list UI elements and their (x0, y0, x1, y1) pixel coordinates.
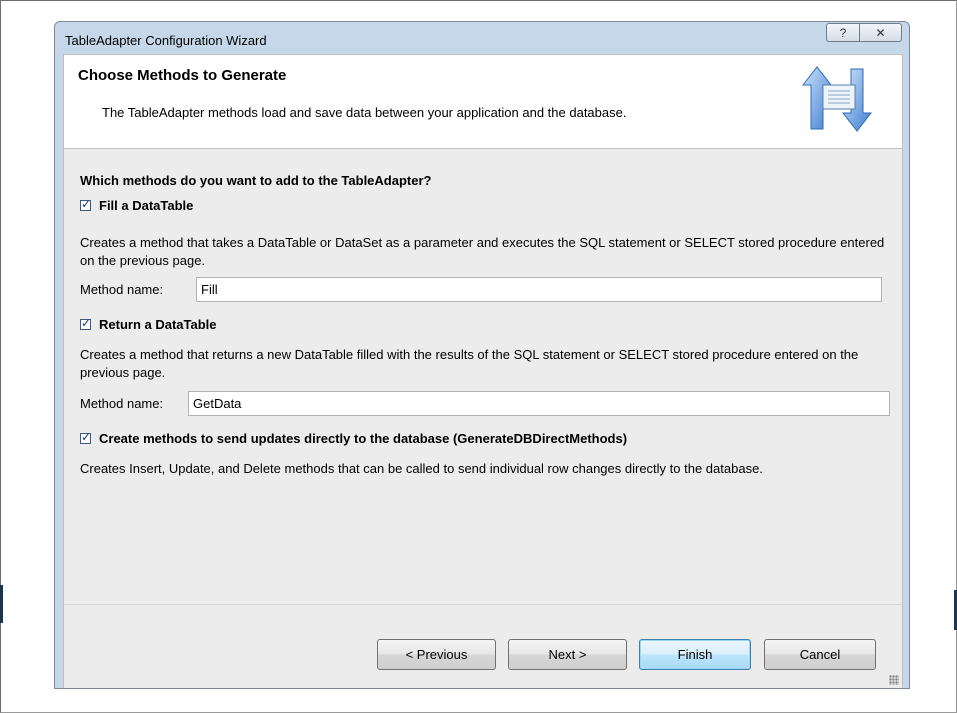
previous-button[interactable]: < Previous (377, 639, 496, 670)
return-datatable-description: Creates a method that returns a new Data… (80, 347, 859, 380)
content-panel: Which methods do you want to add to the … (63, 149, 903, 604)
return-method-row: Method name: (80, 391, 890, 416)
finish-button[interactable]: Finish (639, 639, 751, 670)
header-panel: Choose Methods to Generate The TableAdap… (63, 54, 903, 149)
return-datatable-checkbox[interactable] (80, 316, 91, 330)
page-title: Choose Methods to Generate (78, 67, 287, 84)
direct-methods-checkbox-row[interactable]: Create methods to send updates directly … (80, 430, 627, 446)
title-bar[interactable]: TableAdapter Configuration Wizard ? ✕ (55, 22, 909, 53)
return-method-name-input[interactable] (188, 391, 890, 416)
help-icon: ? (839, 25, 847, 40)
direct-methods-checkbox[interactable] (80, 430, 91, 444)
fill-datatable-description: Creates a method that takes a DataTable … (80, 235, 885, 268)
cancel-button[interactable]: Cancel (764, 639, 876, 670)
return-datatable-label[interactable]: Return a DataTable (99, 317, 217, 332)
return-datatable-checkbox-row[interactable]: Return a DataTable (80, 316, 217, 332)
methods-question: Which methods do you want to add to the … (80, 173, 432, 188)
resize-grip-icon[interactable] (889, 675, 899, 685)
fill-datatable-checkbox[interactable] (80, 197, 91, 211)
return-method-label: Method name: (80, 396, 164, 411)
next-button[interactable]: Next > (508, 639, 627, 670)
background-edge-left (0, 585, 3, 623)
close-icon: ✕ (875, 25, 886, 40)
button-bar: < Previous Next > Finish Cancel (63, 604, 903, 688)
help-button[interactable]: ? (826, 23, 860, 42)
direct-methods-description: Creates Insert, Update, and Delete metho… (80, 461, 763, 476)
direct-methods-label[interactable]: Create methods to send updates directly … (99, 431, 627, 446)
fill-datatable-checkbox-row[interactable]: Fill a DataTable (80, 197, 193, 213)
fill-method-label: Method name: (80, 282, 164, 297)
wizard-dialog: TableAdapter Configuration Wizard ? ✕ Ch… (54, 21, 910, 689)
fill-datatable-label[interactable]: Fill a DataTable (99, 198, 193, 213)
fill-method-name-input[interactable] (196, 277, 882, 302)
close-button[interactable]: ✕ (860, 23, 902, 42)
window-title: TableAdapter Configuration Wizard (65, 33, 267, 48)
fill-method-row: Method name: (80, 277, 882, 302)
data-transfer-arrows-icon (801, 66, 873, 132)
page-subtitle: The TableAdapter methods load and save d… (102, 105, 627, 120)
